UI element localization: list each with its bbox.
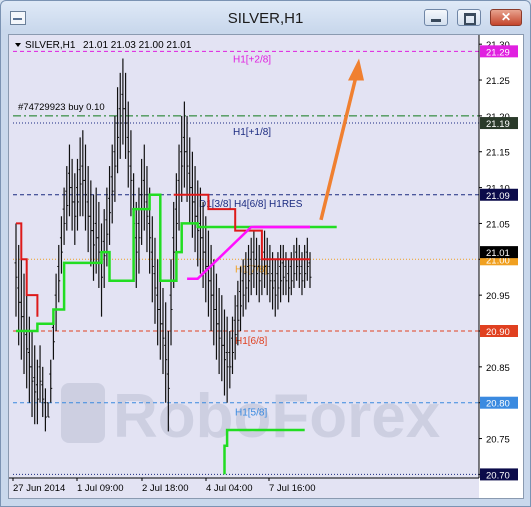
- price-label-text: 21.19: [486, 119, 510, 130]
- chart-window: SILVER,H1 RoboForex H1[+2/8]H1[+1/8]D1[3…: [0, 0, 531, 507]
- level-annotation: H1[+2/8]: [233, 54, 271, 65]
- y-axis-background: [479, 35, 523, 498]
- y-tick-label: 21.05: [486, 219, 510, 230]
- price-label-text: 21.01: [486, 248, 510, 259]
- y-tick-label: 21.25: [486, 76, 510, 87]
- y-axis: 21.3021.2521.2021.1521.1021.0521.0020.95…: [478, 35, 523, 498]
- chart-symbol: SILVER,H1: [25, 40, 76, 51]
- minimize-button[interactable]: [424, 9, 448, 26]
- x-tick-label: 1 Jul 09:00: [77, 483, 123, 494]
- chart-ohlc: 21.01 21.03 21.00 21.01: [83, 40, 192, 51]
- level-annotation: H1[+1/8]: [233, 127, 271, 138]
- watermark-text: RoboForex: [113, 382, 441, 451]
- y-tick-label: 20.75: [486, 435, 510, 446]
- chart-area[interactable]: RoboForex H1[+2/8] H1[+1/8] D1[3/8] H4[6/8…: [8, 34, 524, 499]
- level-annotation: H1[5/8]: [235, 408, 267, 419]
- price-label-text: 20.70: [486, 470, 510, 481]
- x-tick-label: 7 Jul 16:00: [269, 483, 315, 494]
- price-label-text: 21.29: [486, 47, 510, 58]
- y-tick-label: 20.85: [486, 363, 510, 374]
- price-label-text: 20.80: [486, 399, 510, 410]
- y-tick-label: 21.15: [486, 148, 510, 159]
- close-button[interactable]: [490, 9, 522, 26]
- x-tick-label: 27 Jun 2014: [13, 483, 65, 494]
- level-annotation: H1[6/8]: [235, 336, 267, 347]
- price-label-text: 20.90: [486, 327, 510, 338]
- title-bar[interactable]: SILVER,H1: [1, 1, 530, 33]
- window-title: SILVER,H1: [227, 10, 304, 27]
- price-label-text: 21.09: [486, 191, 510, 202]
- x-tick-label: 2 Jul 18:00: [142, 483, 188, 494]
- maximize-button[interactable]: [457, 9, 481, 26]
- price-chart[interactable]: RoboForex H1[+2/8]H1[+1/8]D1[3/8] H4[6/8…: [9, 35, 523, 498]
- x-tick-label: 4 Jul 04:00: [206, 483, 252, 494]
- order-label: #74729923 buy 0.10: [18, 102, 105, 113]
- y-tick-label: 20.95: [486, 291, 510, 302]
